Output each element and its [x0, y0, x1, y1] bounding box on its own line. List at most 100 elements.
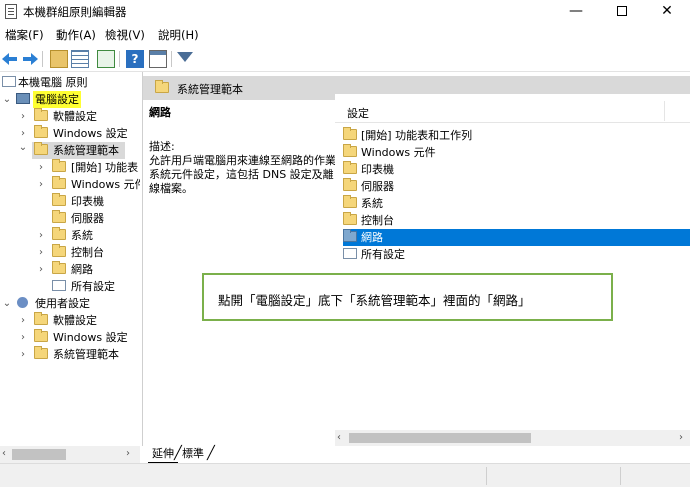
folder-icon: [343, 195, 357, 208]
chevron-down-icon[interactable]: ⌄: [2, 295, 12, 312]
menu-view[interactable]: 檢視(V): [105, 27, 145, 43]
chevron-down-icon[interactable]: ⌄: [2, 91, 12, 108]
details-header-title: 系統管理範本: [177, 83, 243, 96]
folder-icon: [343, 127, 357, 140]
toolbar-separator: [42, 51, 43, 67]
tree-item-label: Windows 設定: [53, 331, 128, 344]
instruction-text: 點開「電腦設定」底下「系統管理範本」裡面的「網路」: [218, 293, 531, 308]
instruction-callout: 點開「電腦設定」底下「系統管理範本」裡面的「網路」: [202, 273, 613, 321]
tree-item-cc-admin[interactable]: 系統管理範本: [32, 142, 125, 159]
menu-help[interactable]: 說明(H): [158, 27, 199, 43]
scroll-left-icon[interactable]: ‹: [337, 432, 341, 443]
description-label: 描述:: [149, 140, 175, 153]
folder-icon: [343, 178, 357, 191]
folder-icon: [34, 142, 48, 155]
status-divider: [486, 467, 487, 485]
view-tabs: 延伸 ╱ 標準 ╱: [142, 446, 690, 463]
all-settings-icon: [52, 280, 66, 291]
forward-arrow-icon[interactable]: [22, 53, 38, 65]
show-hide-tree-icon[interactable]: [71, 50, 89, 68]
tree-horizontal-scrollbar[interactable]: ‹ ›: [0, 446, 140, 463]
tab-separator: ╱: [207, 446, 215, 461]
window-title: 本機群組原則編輯器: [23, 5, 127, 19]
tab-standard[interactable]: 標準: [178, 446, 208, 463]
folder-icon: [34, 125, 48, 138]
chevron-right-icon[interactable]: ›: [18, 108, 28, 125]
list-item[interactable]: 伺服器: [343, 178, 690, 195]
toolbar-separator: [119, 51, 120, 67]
tree-item-label: 系統: [71, 229, 93, 242]
folder-icon: [343, 212, 357, 225]
all-settings-icon: [343, 248, 357, 259]
chevron-down-icon[interactable]: ⌄: [18, 142, 28, 159]
properties-icon[interactable]: [149, 50, 167, 68]
column-header-label: 設定: [347, 107, 369, 120]
tree-item-label: 印表機: [71, 195, 104, 208]
list-item[interactable]: 系統: [343, 195, 690, 212]
chevron-right-icon[interactable]: ›: [36, 227, 46, 244]
list-item[interactable]: 所有設定: [343, 246, 690, 263]
title-bar: 本機群組原則編輯器 — ✕: [0, 0, 690, 24]
tree-item-label: [開始] 功能表: [71, 161, 139, 174]
column-header-setting[interactable]: 設定: [335, 99, 690, 123]
back-arrow-icon[interactable]: [2, 53, 18, 65]
chevron-right-icon[interactable]: ›: [36, 261, 46, 278]
policy-document-icon: [2, 76, 16, 87]
folder-icon: [52, 193, 66, 206]
up-folder-icon[interactable]: [50, 50, 68, 68]
list-item-selected[interactable]: 網路: [343, 229, 690, 246]
tree-item-label: 軟體設定: [53, 314, 97, 327]
column-divider[interactable]: [664, 101, 665, 121]
description-panel: 網路 描述: 允許用戶端電腦用來連線至網路的作業系統元件設定，這包括 DNS 設…: [149, 102, 339, 196]
tree-item-label: Windows 設定: [53, 127, 128, 140]
tree-item-label: 所有設定: [71, 280, 115, 293]
maximize-button[interactable]: [599, 0, 645, 24]
scroll-left-icon[interactable]: ‹: [2, 448, 6, 459]
chevron-right-icon[interactable]: ›: [36, 244, 46, 261]
scroll-right-icon[interactable]: ›: [126, 448, 130, 459]
tree-item-label: 本機電腦 原則: [18, 76, 88, 89]
toolbar-separator: [171, 51, 172, 67]
list-item[interactable]: [開始] 功能表和工作列: [343, 127, 690, 144]
details-pane: 系統管理範本 網路 描述: 允許用戶端電腦用來連線至網路的作業系統元件設定，這包…: [142, 72, 690, 446]
minimize-button[interactable]: —: [553, 0, 599, 24]
list-item[interactable]: Windows 元件: [343, 144, 690, 161]
chevron-right-icon[interactable]: ›: [36, 159, 46, 176]
list-horizontal-scrollbar[interactable]: ‹ ›: [335, 430, 690, 446]
folder-icon: [52, 159, 66, 172]
help-icon[interactable]: ?: [126, 50, 144, 68]
menu-file[interactable]: 檔案(F): [5, 27, 44, 43]
scroll-right-icon[interactable]: ›: [679, 432, 683, 443]
close-button[interactable]: ✕: [644, 0, 690, 24]
scrollbar-thumb[interactable]: [349, 433, 531, 443]
tree-item-label: 系統管理範本: [53, 144, 119, 157]
menu-bar: 檔案(F) 動作(A) 檢視(V) 說明(H): [0, 24, 690, 45]
chevron-right-icon[interactable]: ›: [18, 329, 28, 346]
folder-icon: [34, 329, 48, 342]
tree-item-label: 伺服器: [71, 212, 104, 225]
chevron-right-icon[interactable]: ›: [18, 346, 28, 363]
tree-item-label: 使用者設定: [35, 297, 90, 310]
settings-list: 設定 [開始] 功能表和工作列 Windows 元件 印表機 伺服器 系統 控制…: [335, 94, 690, 430]
list-item-label: Windows 元件: [361, 146, 436, 159]
folder-icon: [34, 346, 48, 359]
filter-icon[interactable]: [177, 52, 193, 62]
tree-item-label: 網路: [71, 263, 93, 276]
list-item-label: 系統: [361, 197, 383, 210]
folder-icon: [343, 144, 357, 157]
status-bar: [0, 463, 690, 487]
scrollbar-thumb[interactable]: [12, 449, 66, 460]
export-list-icon[interactable]: [97, 50, 115, 68]
list-item-label: 控制台: [361, 214, 394, 227]
tree-item-label: 軟體設定: [53, 110, 97, 123]
computer-icon: [16, 93, 30, 104]
chevron-right-icon[interactable]: ›: [18, 312, 28, 329]
menu-action[interactable]: 動作(A): [56, 27, 96, 43]
list-item-label: 伺服器: [361, 180, 394, 193]
chevron-right-icon[interactable]: ›: [36, 176, 46, 193]
list-item[interactable]: 印表機: [343, 161, 690, 178]
list-item[interactable]: 控制台: [343, 212, 690, 229]
folder-icon: [343, 161, 357, 174]
folder-icon: [155, 80, 169, 93]
chevron-right-icon[interactable]: ›: [18, 125, 28, 142]
